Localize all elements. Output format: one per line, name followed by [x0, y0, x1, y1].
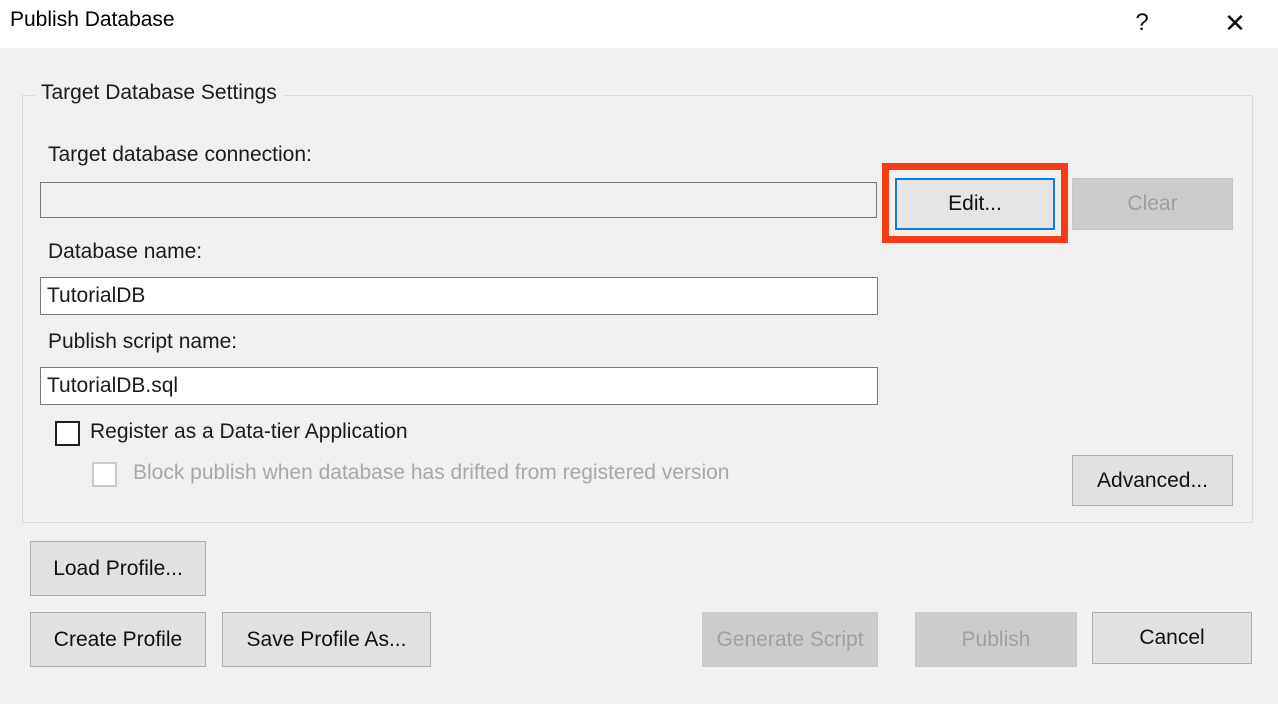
advanced-button[interactable]: Advanced...: [1072, 455, 1233, 506]
edit-button[interactable]: Edit...: [895, 178, 1055, 230]
clear-button[interactable]: Clear: [1072, 178, 1233, 230]
block-drift-label: Block publish when database has drifted …: [133, 461, 730, 485]
database-name-label: Database name:: [48, 240, 202, 264]
publish-script-name-input[interactable]: [40, 367, 878, 405]
database-name-input[interactable]: [40, 277, 878, 315]
save-profile-as-button[interactable]: Save Profile As...: [222, 612, 431, 667]
publish-script-name-label: Publish script name:: [48, 330, 237, 354]
close-icon[interactable]: ✕: [1208, 0, 1262, 46]
block-drift-checkbox: [92, 462, 117, 487]
publish-button[interactable]: Publish: [915, 612, 1077, 667]
generate-script-button[interactable]: Generate Script: [702, 612, 878, 667]
group-legend: Target Database Settings: [35, 81, 283, 105]
publish-database-dialog: Publish Database ? ✕ Target Database Set…: [0, 0, 1278, 704]
dialog-title: Publish Database: [10, 8, 175, 32]
title-bar: Publish Database ? ✕: [0, 0, 1278, 48]
target-connection-label: Target database connection:: [48, 143, 312, 167]
load-profile-button[interactable]: Load Profile...: [30, 541, 206, 596]
register-datatier-checkbox[interactable]: [55, 421, 80, 446]
cancel-button[interactable]: Cancel: [1092, 612, 1252, 664]
target-connection-input[interactable]: [40, 182, 877, 218]
create-profile-button[interactable]: Create Profile: [30, 612, 206, 667]
register-datatier-label[interactable]: Register as a Data-tier Application: [90, 420, 408, 444]
help-icon[interactable]: ?: [1120, 0, 1164, 46]
